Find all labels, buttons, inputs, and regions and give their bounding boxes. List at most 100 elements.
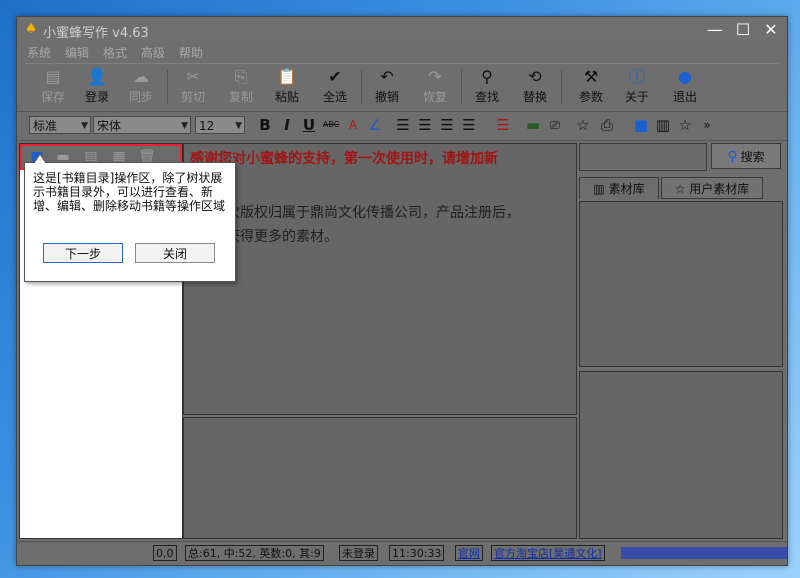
undo-icon: ↶: [380, 67, 394, 86]
find-label: 查找: [474, 90, 499, 104]
close-button[interactable]: ✕: [759, 19, 783, 41]
strikethrough-icon[interactable]: ABC: [321, 115, 341, 135]
paragraph-icon[interactable]: ☰: [493, 115, 513, 135]
minimize-button[interactable]: —: [703, 19, 727, 41]
more-icon[interactable]: »: [697, 115, 717, 135]
style-value: 标准: [33, 119, 58, 133]
redo-label: 恢复: [422, 90, 447, 104]
materials-text: 获得更多的素材。: [226, 229, 338, 245]
italic-icon[interactable]: I: [277, 115, 297, 135]
highlight-icon[interactable]: ∠: [365, 115, 385, 135]
align-left-icon[interactable]: ☰: [393, 115, 413, 135]
user-icon: 👤: [87, 67, 107, 86]
print-icon[interactable]: ⎙: [597, 115, 617, 135]
material-panel: ⚲ 搜索 ▥ 素材库 ☆ 用户素材库: [579, 143, 783, 539]
select-all-button[interactable]: ✔ 全选: [315, 66, 355, 108]
justify-icon[interactable]: ☰: [459, 115, 479, 135]
settings-label: 参数: [578, 90, 603, 104]
copy-button[interactable]: ⎘ 复制: [221, 66, 261, 108]
redo-button[interactable]: ↷ 恢复: [415, 66, 455, 108]
exit-button[interactable]: ● 退出: [665, 66, 705, 108]
main-toolbar: ▤ 保存 👤 登录 ☁ 同步 ✂ 剪切 ⎘ 复制 📋 粘贴 ✔ 全选 ↶ 撤销 …: [25, 63, 779, 110]
menu-edit[interactable]: 编辑: [65, 44, 89, 61]
sync-button[interactable]: ☁ 同步: [121, 66, 161, 108]
underline-icon[interactable]: U: [299, 115, 319, 135]
select-all-label: 全选: [322, 90, 347, 104]
scissors-icon: ✂: [186, 67, 200, 86]
image-icon[interactable]: ▬: [523, 115, 543, 135]
library-icon: ▥: [593, 182, 605, 196]
window-title: 小蜜蜂写作 v4.63: [43, 26, 149, 41]
view-mode-icon[interactable]: ■: [631, 115, 651, 135]
style-select[interactable]: 标准 ▼: [29, 116, 91, 134]
library-icon[interactable]: ▥: [653, 115, 673, 135]
chevron-down-icon: ▼: [235, 121, 242, 131]
menu-advanced[interactable]: 高级: [141, 44, 165, 61]
menu-format[interactable]: 格式: [103, 44, 127, 61]
search-icon: ⚲: [727, 149, 738, 165]
paste-button[interactable]: 📋 粘贴: [267, 66, 307, 108]
close-guide-button[interactable]: 关闭: [135, 243, 215, 263]
star-icon[interactable]: ☆: [573, 115, 593, 135]
character-count: 总:61, 中:52, 英数:0, 其:9: [185, 545, 324, 561]
redo-icon: ↷: [428, 67, 442, 86]
official-site-link[interactable]: 官网: [455, 545, 483, 561]
font-value: 宋体: [97, 119, 122, 133]
search-button-label: 搜索: [740, 150, 765, 164]
checkmark-icon: ✔: [328, 67, 342, 86]
save-button[interactable]: ▤ 保存: [33, 66, 73, 108]
replace-button[interactable]: ⟲ 替换: [515, 66, 555, 108]
about-label: 关于: [624, 90, 649, 104]
exit-label: 退出: [672, 90, 697, 104]
tab-material-library[interactable]: ▥ 素材库: [579, 177, 659, 199]
toolbar-divider: [461, 70, 462, 104]
info-icon: ⓘ: [628, 67, 645, 86]
paste-label: 粘贴: [274, 90, 299, 104]
welcome-text: 感谢您对小蜜蜂的支持，第一次使用时，请增加新: [190, 151, 498, 167]
undo-button[interactable]: ↶ 撤销: [367, 66, 407, 108]
editor-area[interactable]: 感谢您对小蜜蜂的支持，第一次使用时，请增加新 次版权归属于鼎尚文化传播公司，产品…: [183, 143, 577, 415]
font-size-value: 12: [199, 119, 215, 133]
save-label: 保存: [40, 90, 65, 104]
toolbar-divider: [167, 70, 168, 104]
align-right-icon[interactable]: ☰: [437, 115, 457, 135]
login-label: 登录: [84, 90, 109, 104]
material-list[interactable]: [579, 201, 783, 367]
maximize-button[interactable]: ☐: [731, 19, 755, 41]
material-search-input[interactable]: [579, 143, 707, 171]
cut-button[interactable]: ✂ 剪切: [173, 66, 213, 108]
align-center-icon[interactable]: ☰: [415, 115, 435, 135]
guide-tooltip: 这是[书籍目录]操作区，除了树状展示书籍目录外，可以进行查看、新增、编辑、删除移…: [24, 153, 236, 282]
settings-button[interactable]: ⚒ 参数: [571, 66, 611, 108]
about-button[interactable]: ⓘ 关于: [617, 66, 657, 108]
login-status: 未登录: [339, 545, 378, 561]
next-step-button[interactable]: 下一步: [43, 243, 123, 263]
taobao-shop-link[interactable]: 官方淘宝店[昊通文化]: [491, 545, 605, 561]
cursor-position: 0,0: [153, 545, 177, 561]
clipboard-icon: 📋: [277, 67, 297, 86]
font-size-select[interactable]: 12 ▼: [195, 116, 245, 134]
login-button[interactable]: 👤 登录: [77, 66, 117, 108]
guide-text: 这是[书籍目录]操作区，除了树状展示书籍目录外，可以进行查看、新增、编辑、删除移…: [33, 171, 226, 213]
font-color-icon[interactable]: A: [343, 115, 363, 135]
status-progress-bar: [621, 547, 787, 559]
bold-icon[interactable]: B: [255, 115, 275, 135]
menu-system[interactable]: 系统: [27, 44, 51, 61]
search-button[interactable]: ⚲ 搜索: [711, 143, 781, 169]
menu-bar: 系统 编辑 格式 高级 帮助: [17, 43, 787, 61]
tools-icon: ⚒: [583, 67, 599, 86]
exit-icon: ●: [678, 67, 692, 86]
menu-help[interactable]: 帮助: [179, 44, 203, 61]
spellcheck-icon[interactable]: ⎚: [545, 115, 565, 135]
find-button[interactable]: ⚲ 查找: [467, 66, 507, 108]
notes-area[interactable]: [183, 417, 577, 539]
font-select[interactable]: 宋体 ▼: [93, 116, 191, 134]
chevron-down-icon: ▼: [81, 121, 88, 131]
tab-user-library-label: 用户素材库: [689, 182, 750, 196]
status-bar: 0,0 总:61, 中:52, 英数:0, 其:9 未登录 11:30:33 官…: [17, 541, 787, 564]
favorite-icon[interactable]: ☆: [675, 115, 695, 135]
cloud-icon: ☁: [133, 67, 149, 86]
app-window: ♠ 小蜜蜂写作 v4.63 — ☐ ✕ 系统 编辑 格式 高级 帮助 ▤ 保存 …: [16, 16, 788, 566]
material-preview: [579, 371, 783, 539]
tab-user-library[interactable]: ☆ 用户素材库: [661, 177, 763, 199]
